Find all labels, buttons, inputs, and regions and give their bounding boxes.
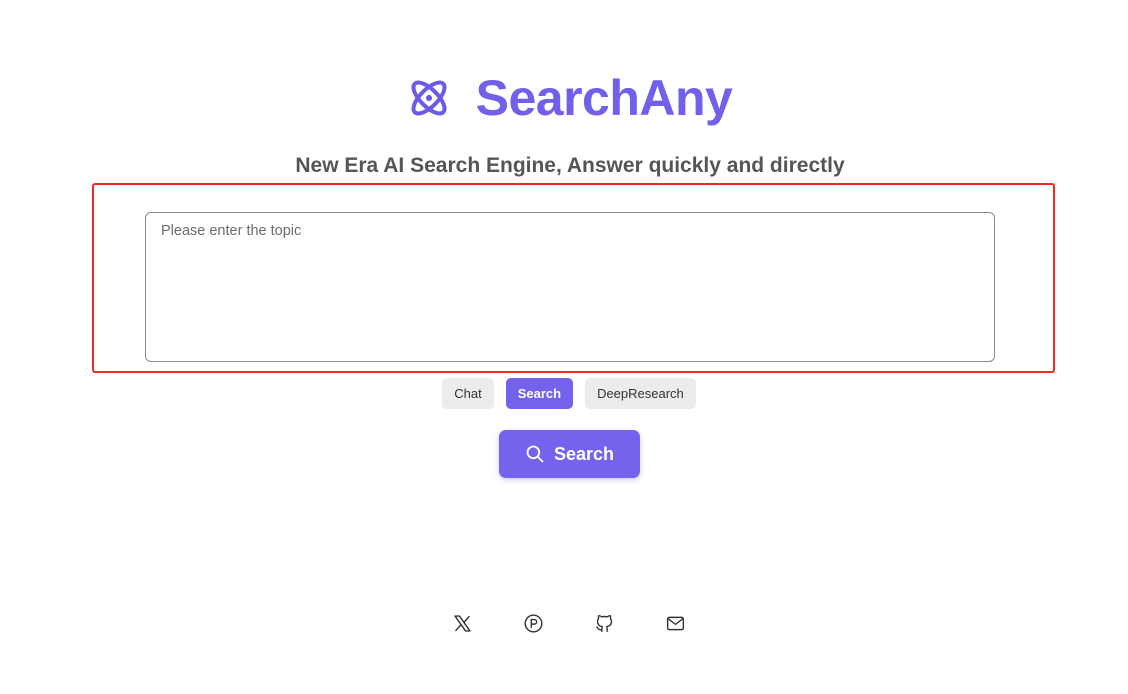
app-title: SearchAny [475, 70, 733, 126]
mode-deepresearch-button[interactable]: DeepResearch [585, 378, 696, 409]
tagline: New Era AI Search Engine, Answer quickly… [295, 154, 845, 177]
topic-input[interactable] [145, 212, 995, 362]
github-icon [595, 614, 613, 633]
mode-selector: Chat Search DeepResearch [0, 378, 1128, 409]
mode-search-button[interactable]: Search [505, 378, 574, 409]
brand-header: SearchAny [0, 68, 1128, 128]
mode-chat-button[interactable]: Chat [442, 378, 494, 409]
atom-icon [411, 80, 447, 116]
search-icon [526, 445, 544, 463]
mail-icon [666, 616, 685, 631]
producthunt-link[interactable] [522, 612, 545, 635]
social-links [0, 612, 1128, 635]
page: SearchAny New Era AI Search Engine, Answ… [0, 0, 1128, 694]
search-button-label: Search [553, 443, 615, 464]
x-twitter-link[interactable] [451, 612, 474, 635]
search-button[interactable]: Search [499, 430, 640, 478]
mail-link[interactable] [664, 612, 687, 635]
x-twitter-icon [454, 615, 471, 632]
producthunt-icon [524, 614, 543, 633]
github-link[interactable] [593, 612, 616, 635]
